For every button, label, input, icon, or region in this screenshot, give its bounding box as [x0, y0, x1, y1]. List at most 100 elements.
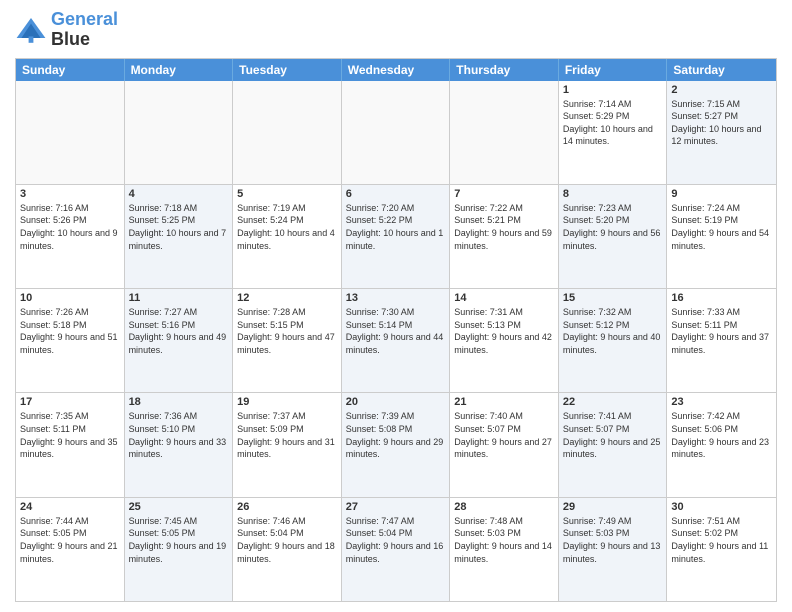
- empty-cell: [450, 81, 559, 184]
- empty-cell: [125, 81, 234, 184]
- day-number: 24: [20, 501, 120, 513]
- calendar-row-4: 24 Sunrise: 7:44 AM Sunset: 5:05 PM Dayli…: [16, 497, 776, 601]
- day-info: Sunrise: 7:24 AM Sunset: 5:19 PM Dayligh…: [671, 202, 772, 252]
- day-number: 5: [237, 188, 337, 200]
- day-number: 16: [671, 292, 772, 304]
- calendar-row-2: 10 Sunrise: 7:26 AM Sunset: 5:18 PM Dayli…: [16, 288, 776, 392]
- day-cell-27: 27Sunrise: 7:47 AM Sunset: 5:04 PM Dayli…: [342, 498, 451, 601]
- day-cell-20: 20 Sunrise: 7:39 AM Sunset: 5:08 PM Dayli…: [342, 393, 451, 496]
- header-day-tuesday: Tuesday: [233, 59, 342, 81]
- day-info: Sunrise: 7:35 AM Sunset: 5:11 PM Dayligh…: [20, 410, 120, 460]
- day-number: 19: [237, 396, 337, 408]
- day-info: Sunrise: 7:28 AM Sunset: 5:15 PM Dayligh…: [237, 306, 337, 356]
- day-cell-9: 9 Sunrise: 7:24 AM Sunset: 5:19 PM Daylig…: [667, 185, 776, 288]
- day-cell-23: 23Sunrise: 7:42 AM Sunset: 5:06 PM Dayli…: [667, 393, 776, 496]
- day-cell-30: 30 Sunrise: 7:51 AM Sunset: 5:02 PM Dayli…: [667, 498, 776, 601]
- day-cell-5: 5Sunrise: 7:19 AM Sunset: 5:24 PM Daylig…: [233, 185, 342, 288]
- day-cell-1: 1Sunrise: 7:14 AM Sunset: 5:29 PM Daylig…: [559, 81, 668, 184]
- logo-icon: [15, 14, 47, 46]
- day-number: 11: [129, 292, 229, 304]
- day-cell-22: 22Sunrise: 7:41 AM Sunset: 5:07 PM Dayli…: [559, 393, 668, 496]
- day-info: Sunrise: 7:39 AM Sunset: 5:08 PM Dayligh…: [346, 410, 446, 460]
- day-cell-13: 13Sunrise: 7:30 AM Sunset: 5:14 PM Dayli…: [342, 289, 451, 392]
- day-cell-21: 21 Sunrise: 7:40 AM Sunset: 5:07 PM Dayli…: [450, 393, 559, 496]
- logo-text: General Blue: [51, 10, 118, 50]
- header-day-wednesday: Wednesday: [342, 59, 451, 81]
- calendar-row-3: 17 Sunrise: 7:35 AM Sunset: 5:11 PM Dayli…: [16, 392, 776, 496]
- day-cell-7: 7 Sunrise: 7:22 AM Sunset: 5:21 PM Daylig…: [450, 185, 559, 288]
- day-info: Sunrise: 7:51 AM Sunset: 5:02 PM Dayligh…: [671, 515, 772, 565]
- day-info: Sunrise: 7:49 AM Sunset: 5:03 PM Dayligh…: [563, 515, 663, 565]
- day-number: 30: [671, 501, 772, 513]
- day-info: Sunrise: 7:37 AM Sunset: 5:09 PM Dayligh…: [237, 410, 337, 460]
- day-cell-29: 29 Sunrise: 7:49 AM Sunset: 5:03 PM Dayli…: [559, 498, 668, 601]
- day-number: 15: [563, 292, 663, 304]
- empty-cell: [16, 81, 125, 184]
- day-info: Sunrise: 7:15 AM Sunset: 5:27 PM Dayligh…: [671, 98, 772, 148]
- day-info: Sunrise: 7:45 AM Sunset: 5:05 PM Dayligh…: [129, 515, 229, 565]
- day-info: Sunrise: 7:33 AM Sunset: 5:11 PM Dayligh…: [671, 306, 772, 356]
- day-info: Sunrise: 7:32 AM Sunset: 5:12 PM Dayligh…: [563, 306, 663, 356]
- day-cell-6: 6 Sunrise: 7:20 AM Sunset: 5:22 PM Daylig…: [342, 185, 451, 288]
- day-number: 9: [671, 188, 772, 200]
- day-info: Sunrise: 7:20 AM Sunset: 5:22 PM Dayligh…: [346, 202, 446, 252]
- header-day-friday: Friday: [559, 59, 668, 81]
- day-cell-19: 19 Sunrise: 7:37 AM Sunset: 5:09 PM Dayli…: [233, 393, 342, 496]
- day-info: Sunrise: 7:48 AM Sunset: 5:03 PM Dayligh…: [454, 515, 554, 565]
- calendar: SundayMondayTuesdayWednesdayThursdayFrid…: [15, 58, 777, 602]
- day-info: Sunrise: 7:23 AM Sunset: 5:20 PM Dayligh…: [563, 202, 663, 252]
- day-number: 10: [20, 292, 120, 304]
- day-info: Sunrise: 7:40 AM Sunset: 5:07 PM Dayligh…: [454, 410, 554, 460]
- day-number: 17: [20, 396, 120, 408]
- day-number: 20: [346, 396, 446, 408]
- day-cell-3: 3Sunrise: 7:16 AM Sunset: 5:26 PM Daylig…: [16, 185, 125, 288]
- logo-line1: General: [51, 10, 118, 30]
- day-number: 1: [563, 84, 663, 96]
- day-info: Sunrise: 7:22 AM Sunset: 5:21 PM Dayligh…: [454, 202, 554, 252]
- day-number: 23: [671, 396, 772, 408]
- day-cell-17: 17 Sunrise: 7:35 AM Sunset: 5:11 PM Dayli…: [16, 393, 125, 496]
- day-number: 3: [20, 188, 120, 200]
- logo: General Blue: [15, 10, 118, 50]
- day-cell-16: 16 Sunrise: 7:33 AM Sunset: 5:11 PM Dayli…: [667, 289, 776, 392]
- day-number: 8: [563, 188, 663, 200]
- day-cell-11: 11 Sunrise: 7:27 AM Sunset: 5:16 PM Dayli…: [125, 289, 234, 392]
- day-number: 29: [563, 501, 663, 513]
- logo-line2: Blue: [51, 30, 118, 50]
- day-number: 14: [454, 292, 554, 304]
- day-number: 18: [129, 396, 229, 408]
- day-number: 21: [454, 396, 554, 408]
- day-info: Sunrise: 7:44 AM Sunset: 5:05 PM Dayligh…: [20, 515, 120, 565]
- header-day-saturday: Saturday: [667, 59, 776, 81]
- day-cell-12: 12 Sunrise: 7:28 AM Sunset: 5:15 PM Dayli…: [233, 289, 342, 392]
- day-cell-10: 10 Sunrise: 7:26 AM Sunset: 5:18 PM Dayli…: [16, 289, 125, 392]
- day-number: 25: [129, 501, 229, 513]
- page: General Blue SundayMondayTuesdayWednesda…: [0, 0, 792, 612]
- day-info: Sunrise: 7:26 AM Sunset: 5:18 PM Dayligh…: [20, 306, 120, 356]
- day-number: 6: [346, 188, 446, 200]
- day-number: 22: [563, 396, 663, 408]
- day-cell-24: 24 Sunrise: 7:44 AM Sunset: 5:05 PM Dayli…: [16, 498, 125, 601]
- day-cell-15: 15 Sunrise: 7:32 AM Sunset: 5:12 PM Dayli…: [559, 289, 668, 392]
- calendar-header: SundayMondayTuesdayWednesdayThursdayFrid…: [16, 59, 776, 81]
- day-cell-2: 2Sunrise: 7:15 AM Sunset: 5:27 PM Daylig…: [667, 81, 776, 184]
- header: General Blue: [15, 10, 777, 50]
- empty-cell: [233, 81, 342, 184]
- day-number: 26: [237, 501, 337, 513]
- day-cell-26: 26Sunrise: 7:46 AM Sunset: 5:04 PM Dayli…: [233, 498, 342, 601]
- day-cell-14: 14Sunrise: 7:31 AM Sunset: 5:13 PM Dayli…: [450, 289, 559, 392]
- day-info: Sunrise: 7:27 AM Sunset: 5:16 PM Dayligh…: [129, 306, 229, 356]
- day-cell-25: 25 Sunrise: 7:45 AM Sunset: 5:05 PM Dayli…: [125, 498, 234, 601]
- day-number: 27: [346, 501, 446, 513]
- day-cell-28: 28 Sunrise: 7:48 AM Sunset: 5:03 PM Dayli…: [450, 498, 559, 601]
- day-cell-18: 18Sunrise: 7:36 AM Sunset: 5:10 PM Dayli…: [125, 393, 234, 496]
- header-day-thursday: Thursday: [450, 59, 559, 81]
- day-number: 4: [129, 188, 229, 200]
- calendar-row-0: 1Sunrise: 7:14 AM Sunset: 5:29 PM Daylig…: [16, 81, 776, 184]
- day-number: 28: [454, 501, 554, 513]
- day-number: 13: [346, 292, 446, 304]
- day-number: 7: [454, 188, 554, 200]
- calendar-row-1: 3Sunrise: 7:16 AM Sunset: 5:26 PM Daylig…: [16, 184, 776, 288]
- empty-cell: [342, 81, 451, 184]
- day-number: 12: [237, 292, 337, 304]
